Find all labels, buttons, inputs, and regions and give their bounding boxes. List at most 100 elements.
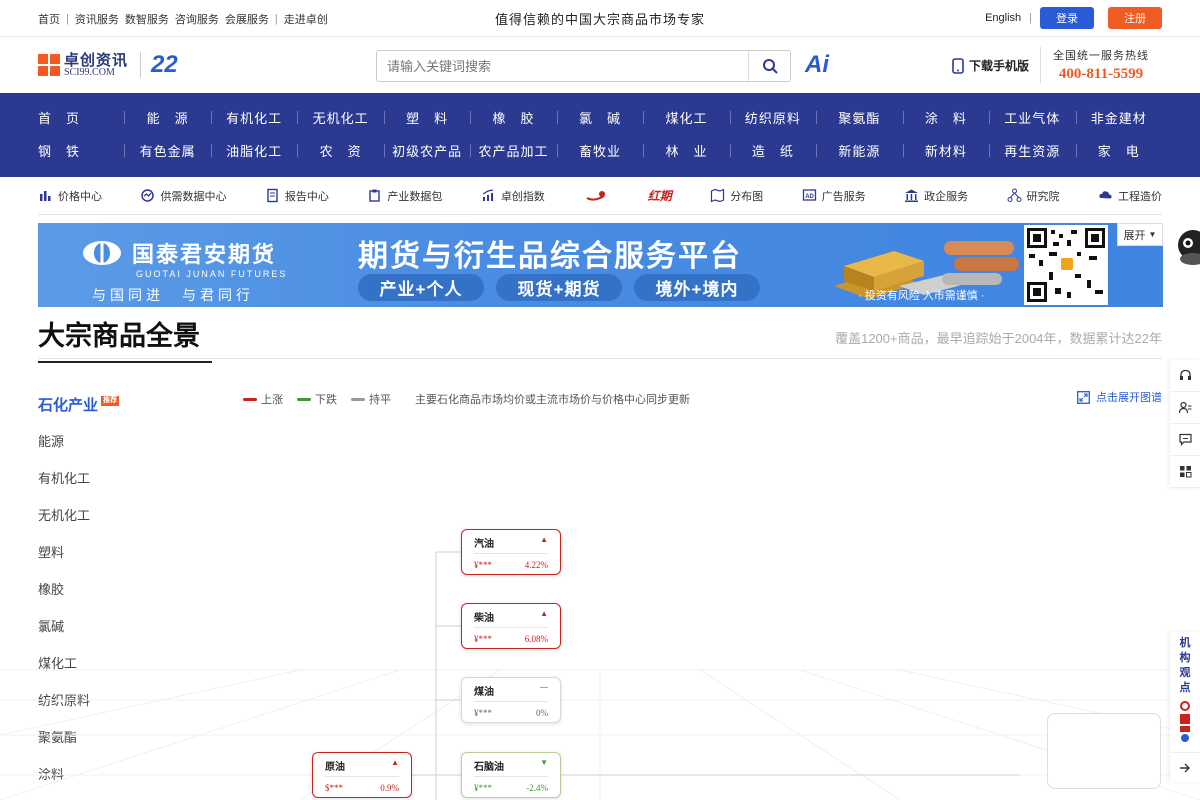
search-box [376,50,791,82]
service-supply-demand[interactable]: 供需数据中心 [140,188,226,204]
nav-item[interactable]: 新材料 [902,141,989,160]
banner-expand-label: 展开 [1123,229,1146,242]
gtja-logo-icon [83,241,121,265]
service-hongtao[interactable] [583,188,609,203]
sidebar-item-plastics[interactable]: 塑料 [38,542,178,562]
node-change: 4.22% [524,560,548,570]
node-change: 0.9% [380,783,399,793]
login-button[interactable]: 登录 [1040,7,1094,29]
hongqi-logo-icon: 红期 [647,189,672,203]
arrow-right-icon [1180,763,1190,772]
english-link[interactable]: English [985,12,1021,24]
sidebar-item-chlor-alkali[interactable]: 氯碱 [38,616,178,636]
sidebar-item-inorganic[interactable]: 无机化工 [38,505,178,525]
rail-next-button[interactable] [1170,752,1200,782]
node-price: $*** [325,783,343,793]
node-divider [474,627,548,628]
node-divider [325,776,399,777]
partner-logos-icon [1180,701,1190,742]
banner-motto: 与国同进 与君同行 [92,287,254,303]
service-engineering[interactable]: 工程造价 [1098,188,1162,204]
mascot-icon[interactable] [1171,225,1200,285]
node-divider [474,701,548,702]
nav-item[interactable]: 氯 碱 [556,108,643,127]
trend-icon [482,189,493,201]
commodity-node-naphtha[interactable]: 石脑油 ▼ ¥*** -2.4% [461,752,561,798]
service-label: 广告服务 [821,190,866,203]
sidebar-item-petrochem[interactable]: 石化产业 推荐 [38,394,178,414]
nav-item[interactable]: 畜牧业 [556,141,643,160]
legend-up: 上涨 [243,391,283,407]
banner-pill: 产业+个人 [358,274,484,301]
service-gov[interactable]: 政企服务 [904,188,968,204]
expand-graph-button[interactable]: 点击展开图谱 [1077,389,1162,405]
site-logo[interactable]: 卓创资讯 SCI99.COM 22 [38,52,178,78]
service-ads[interactable]: AD 广告服务 [802,188,866,204]
service-label: 报告中心 [284,190,329,203]
rail-contact[interactable] [1170,392,1200,424]
service-map[interactable]: 分布图 [710,188,763,204]
commodity-node-kerosene[interactable]: 煤油 — ¥*** 0% [461,677,561,723]
nav-item[interactable]: 首 页 [38,108,124,127]
nav-item[interactable]: 初级农产品 [383,141,470,160]
expand-graph-label: 点击展开图谱 [1096,392,1162,404]
nav-item[interactable]: 聚氨酯 [816,108,902,127]
nav-item[interactable]: 非金建材 [1075,108,1162,127]
legend-flat-swatch [351,397,365,401]
nav-item[interactable]: 农 资 [297,141,383,160]
qr-code-icon [1027,228,1105,302]
service-institute[interactable]: 研究院 [1007,188,1060,204]
node-price: ¥*** [474,560,492,570]
service-report-center[interactable]: 报告中心 [265,188,329,204]
sidebar-item-organic[interactable]: 有机化工 [38,468,178,488]
separator: | [1029,12,1032,24]
rail-service[interactable] [1170,360,1200,392]
nav-item[interactable]: 塑 料 [383,108,470,127]
service-price-center[interactable]: 价格中心 [38,188,102,204]
nav-item[interactable]: 无机化工 [297,108,383,127]
logo-text: 卓创资讯 SCI99.COM [64,53,128,78]
document-icon [267,188,278,203]
nav-item[interactable]: 钢 铁 [38,141,124,160]
service-data-pack[interactable]: 产业数据包 [367,188,442,204]
nav-item[interactable]: 新能源 [816,141,902,160]
banner-expand-button[interactable]: 展开 ▼ [1117,223,1163,246]
rail-apps[interactable] [1170,456,1200,488]
floating-card[interactable] [1047,713,1161,789]
nav-item[interactable]: 能 源 [124,108,210,127]
nav-item[interactable]: 煤化工 [643,108,729,127]
legend-down-swatch [297,397,311,401]
nav-item[interactable]: 再生资源 [989,141,1075,160]
ai-button[interactable]: Ai [805,51,829,79]
trend-up-icon: ▲ [540,609,548,618]
nav-item[interactable]: 林 业 [643,141,729,160]
nav-item[interactable]: 造 纸 [729,141,816,160]
download-app-link[interactable]: 下载手机版 [952,57,1029,74]
service-index[interactable]: 卓创指数 [481,188,545,204]
service-label: 价格中心 [58,190,102,203]
nav-item[interactable]: 有色金属 [124,141,210,160]
commodity-node-diesel[interactable]: 柴油 ▲ ¥*** 6.08% [461,603,561,649]
sidebar-item-energy[interactable]: 能源 [38,431,178,451]
commodity-node-gasoline[interactable]: 汽油 ▲ ¥*** 4.22% [461,529,561,575]
search-button[interactable] [748,51,790,81]
rail-feedback[interactable] [1170,424,1200,456]
nav-item[interactable]: 有机化工 [210,108,297,127]
search-input[interactable] [377,51,748,81]
service-hongqi[interactable]: 红期 [648,187,672,204]
banner-title: 期货与衍生品综合服务平台 [358,240,742,273]
sidebar-item-rubber[interactable]: 橡胶 [38,579,178,599]
legend-flat: 持平 [351,391,391,407]
nav-item[interactable]: 农产品加工 [470,141,556,160]
nav-item[interactable]: 纺织原料 [729,108,816,127]
commodity-node-crude-oil[interactable]: 原油 ▲ $*** 0.9% [312,752,412,798]
nav-item[interactable]: 涂 料 [902,108,989,127]
nav-item[interactable]: 工业气体 [989,108,1075,127]
nav-item[interactable]: 家 电 [1075,141,1162,160]
nav-item[interactable]: 油脂化工 [210,141,297,160]
search-icon [762,59,778,74]
ad-banner[interactable]: 国泰君安期货 GUOTAI JUNAN FUTURES 与国同进 与君同行 期货… [38,223,1163,307]
logo-icon [38,54,60,76]
nav-item[interactable]: 橡 胶 [470,108,556,127]
register-button[interactable]: 注册 [1108,7,1162,29]
